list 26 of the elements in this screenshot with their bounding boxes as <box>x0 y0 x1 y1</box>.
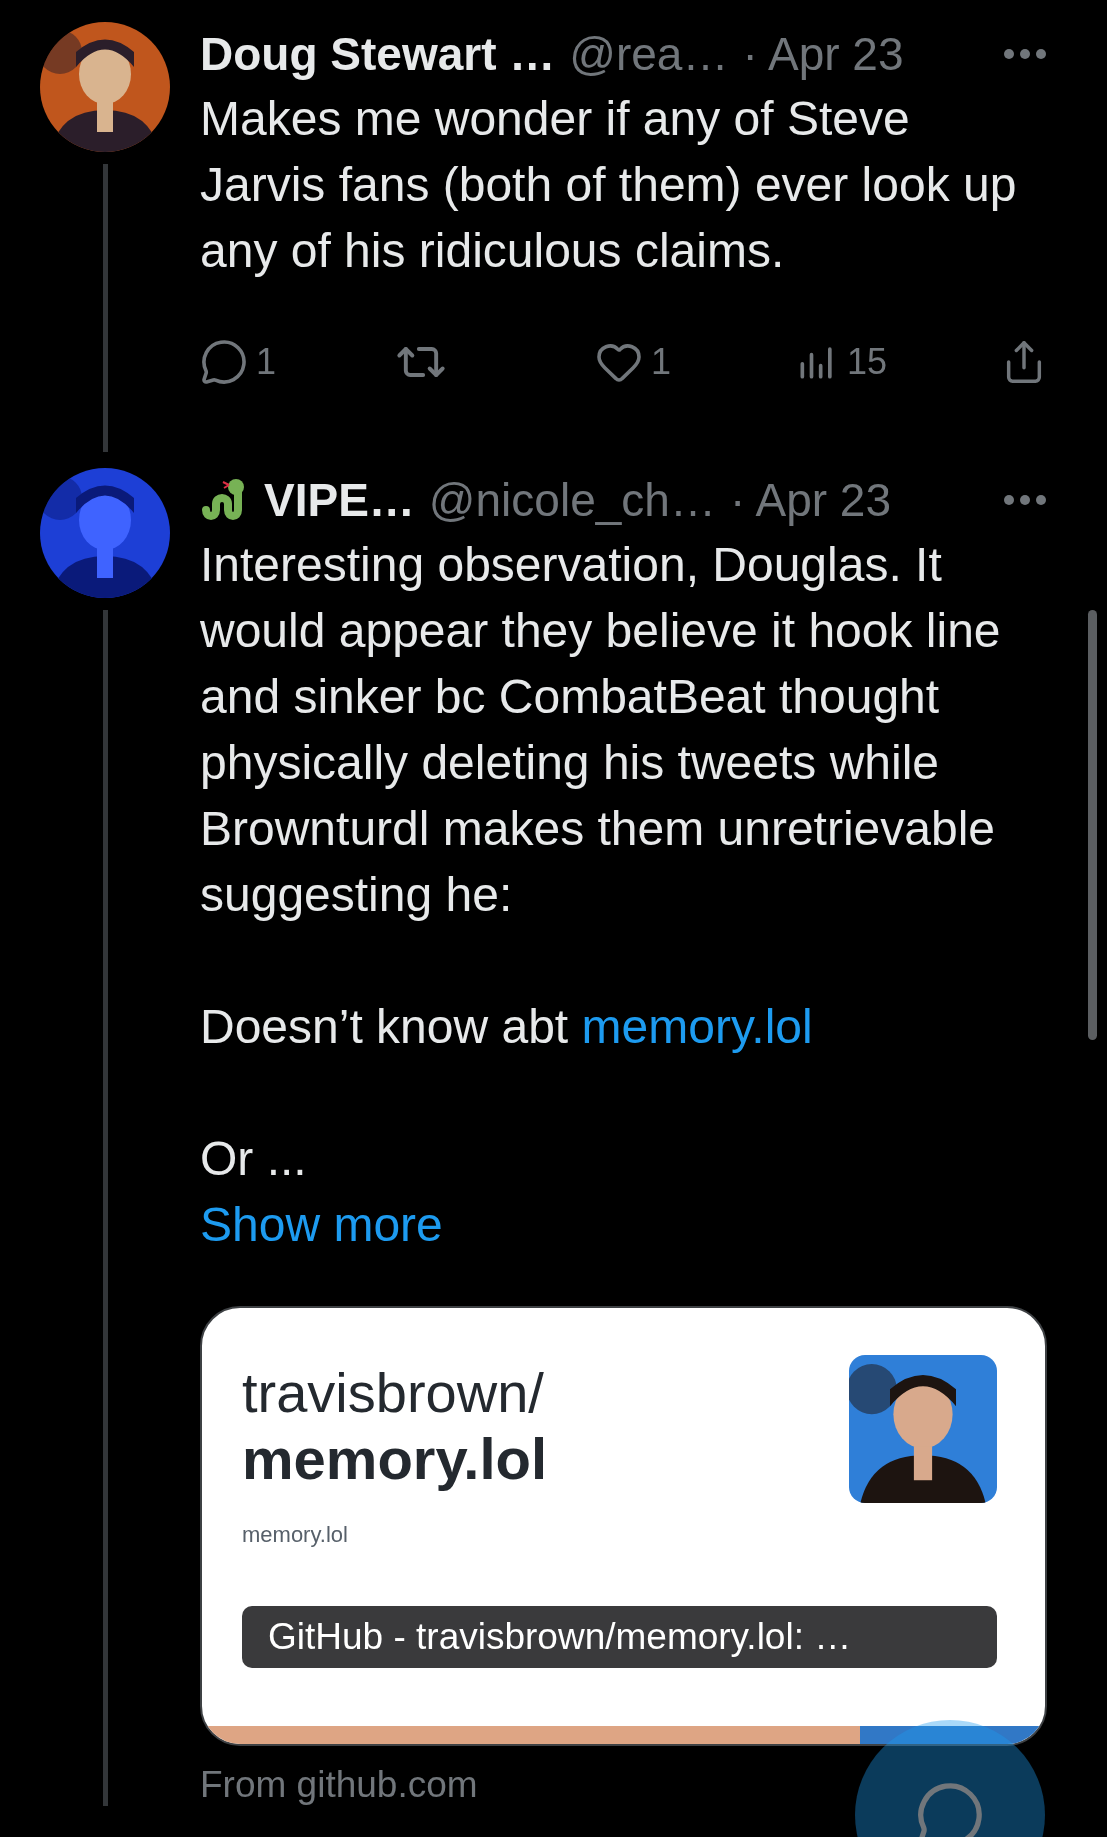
user-handle: @nicole_ch… <box>428 473 716 527</box>
repo-name: memory.lol <box>242 1426 548 1492</box>
reply-button[interactable]: 1 <box>200 338 277 386</box>
repo-description: memory.lol <box>242 1522 349 1548</box>
tweet-text: Doesn’t know abt memory.lol <box>200 999 814 1055</box>
author-name: Doug Stewart … <box>200 27 556 81</box>
speech-bubble-icon <box>200 338 248 386</box>
author-name: VIPE… <box>264 473 415 527</box>
card-source: From github.com <box>200 1764 479 1806</box>
show-more-link[interactable]: Show more <box>200 1192 1047 1258</box>
timestamp: · Apr 23 <box>729 473 891 527</box>
like-button[interactable]: 1 <box>595 338 672 386</box>
repo-owner: travisbrown/ <box>242 1360 545 1426</box>
tweet-text: Or ... <box>200 1131 308 1187</box>
speech-bubble-icon <box>915 1780 985 1837</box>
scrollbar[interactable] <box>1088 610 1097 1040</box>
tweet-text: Interesting observation, Douglas. It would appear they believe it hook line and sinker bc CombatBeat thought physically deleting his tweets while Brownturdl makes them unretrievable suggesting he: <box>200 537 1002 923</box>
more-icon[interactable] <box>1003 48 1047 60</box>
more-icon[interactable] <box>1003 494 1047 506</box>
timestamp: · Apr 23 <box>742 27 904 81</box>
link-card[interactable]: travisbrown/ memory.lol memory.lol GitHub - travisbrown/memory.lol: … <box>200 1306 1047 1746</box>
link[interactable]: memory.lol <box>581 1000 813 1053</box>
tweet-text: Makes me wonder if any of Steve Jarvis fans (both of them) ever look up any of his ridiculous claims. <box>200 91 1018 279</box>
views-button[interactable]: 15 <box>795 340 888 384</box>
user-handle: @rea… <box>569 27 729 81</box>
card-title: GitHub - travisbrown/memory.lol: … <box>242 1606 997 1668</box>
